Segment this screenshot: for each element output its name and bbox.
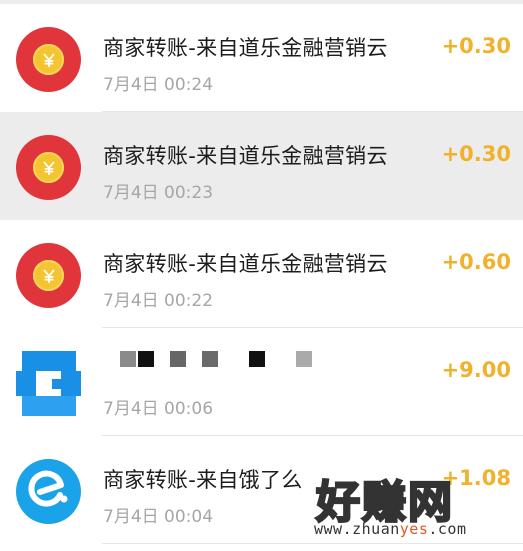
transaction-title: 商家转账-来自道乐金融营销云 xyxy=(103,144,388,168)
transaction-title: 商家转账-来自道乐金融营销云 xyxy=(103,36,388,60)
transaction-time: 7月4日 00:04 xyxy=(103,507,214,527)
watermark: 好赚网 www.zhuanyes.com xyxy=(310,462,510,540)
red-envelope-icon xyxy=(16,135,81,200)
transaction-row[interactable]: 7月4日 00:06 +9.00 xyxy=(0,328,523,436)
transaction-time: 7月4日 00:06 xyxy=(103,399,214,419)
transaction-row[interactable]: 商家转账-来自道乐金融营销云 7月4日 00:23 +0.30 xyxy=(0,112,523,220)
transaction-amount: +0.30 xyxy=(441,34,511,58)
red-envelope-icon xyxy=(16,243,81,308)
watermark-url: www.zhuanyes.com xyxy=(314,520,467,538)
pixelated-avatar-icon xyxy=(16,351,81,416)
transaction-row[interactable]: 商家转账-来自道乐金融营销云 7月4日 00:24 +0.30 xyxy=(0,4,523,112)
transaction-time: 7月4日 00:22 xyxy=(103,291,214,311)
transaction-title: 商家转账-来自道乐金融营销云 xyxy=(103,252,388,276)
eleme-icon xyxy=(16,459,81,524)
red-envelope-icon xyxy=(16,27,81,92)
transaction-time: 7月4日 00:23 xyxy=(103,183,214,203)
divider xyxy=(102,543,523,544)
transaction-title: 商家转账-来自饿了么 xyxy=(103,468,303,492)
transaction-amount: +0.60 xyxy=(441,250,511,274)
transaction-time: 7月4日 00:24 xyxy=(103,75,214,95)
transaction-amount: +0.30 xyxy=(441,142,511,166)
transaction-row[interactable]: 商家转账-来自道乐金融营销云 7月4日 00:22 +0.60 xyxy=(0,220,523,328)
transaction-amount: +9.00 xyxy=(441,358,511,382)
